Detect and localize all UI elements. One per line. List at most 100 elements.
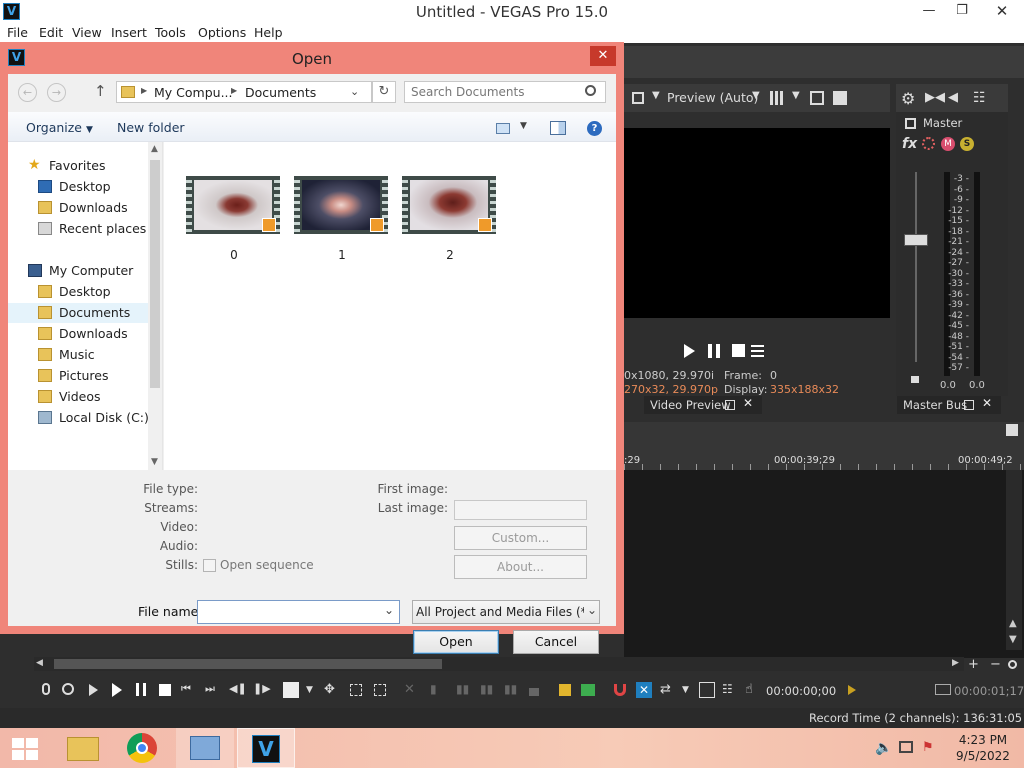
lock-icon[interactable] bbox=[526, 682, 542, 698]
dialog-close-button[interactable]: ✕ bbox=[590, 46, 616, 66]
go-to-start-icon[interactable]: ⏮ bbox=[181, 682, 197, 698]
chevron-down-icon[interactable]: ⌄ bbox=[384, 603, 394, 617]
vegas-taskbar-icon[interactable]: V bbox=[237, 728, 295, 768]
custom-button[interactable]: Custom... bbox=[454, 526, 587, 550]
file-item[interactable]: 2 bbox=[402, 162, 498, 262]
up-button[interactable]: ↑ bbox=[94, 82, 107, 100]
nav-my-computer[interactable]: My Computer bbox=[8, 261, 148, 281]
mute-icon[interactable]: M bbox=[941, 137, 955, 151]
timeline-hscroll[interactable]: ◀ ▶ bbox=[34, 657, 964, 671]
chevron-down-icon[interactable]: ▼ bbox=[752, 90, 760, 101]
master-fader-handle[interactable] bbox=[904, 234, 928, 246]
breadcrumb-my-computer[interactable]: My Compu... bbox=[154, 85, 233, 100]
nav-computer-downloads[interactable]: Downloads bbox=[8, 324, 148, 344]
zoom-in-icon[interactable]: + bbox=[968, 657, 979, 672]
file-item[interactable]: 0 bbox=[186, 162, 282, 262]
loop-region-marker-icon[interactable] bbox=[845, 682, 861, 698]
network-icon[interactable] bbox=[899, 741, 913, 753]
menu-edit[interactable]: Edit bbox=[39, 25, 63, 40]
previous-frame-icon[interactable]: ◀❚ bbox=[229, 682, 247, 698]
nav-local-disk[interactable]: Local Disk (C:) bbox=[8, 408, 149, 428]
region-icon[interactable] bbox=[580, 682, 596, 698]
about-button[interactable]: About... bbox=[454, 555, 587, 579]
windows-start-icon[interactable] bbox=[12, 738, 38, 760]
maximize-panel-icon[interactable] bbox=[964, 400, 974, 410]
stop-icon[interactable] bbox=[732, 344, 745, 357]
help-icon[interactable]: ? bbox=[587, 121, 602, 136]
split-icon[interactable]: ▮▮ bbox=[504, 682, 520, 698]
hscroll-thumb[interactable] bbox=[54, 659, 442, 669]
trim-icon[interactable]: ▮ bbox=[430, 682, 446, 698]
record-icon[interactable] bbox=[38, 682, 54, 698]
cancel-button[interactable]: Cancel bbox=[513, 630, 599, 654]
close-app-button[interactable]: ✕ bbox=[985, 0, 1019, 22]
close-panel-icon[interactable]: ✕ bbox=[982, 396, 992, 410]
back-button[interactable]: ← bbox=[18, 83, 37, 102]
play-icon[interactable] bbox=[684, 344, 695, 358]
copy-snapshot-icon[interactable] bbox=[810, 91, 824, 105]
chrome-taskbar-icon[interactable] bbox=[114, 728, 172, 768]
split-screen-icon[interactable] bbox=[632, 92, 644, 104]
next-frame-icon[interactable]: ❚▶ bbox=[253, 682, 271, 698]
organize-button[interactable]: Organize ▼ bbox=[26, 120, 93, 135]
normal-edit-tool-icon[interactable] bbox=[283, 682, 299, 698]
maximize-panel-icon[interactable] bbox=[725, 400, 735, 410]
chevron-down-icon[interactable]: ▼ bbox=[652, 90, 660, 101]
last-image-field[interactable] bbox=[454, 500, 587, 520]
nav-scroll-thumb[interactable] bbox=[150, 160, 160, 388]
auto-crossfade-icon[interactable]: ✕ bbox=[636, 682, 652, 698]
pause-icon[interactable] bbox=[133, 682, 149, 698]
file-name-input[interactable]: ⌄ bbox=[197, 600, 400, 624]
scroll-right-icon[interactable]: ▶ bbox=[952, 658, 959, 668]
chevron-down-icon[interactable]: ⌄ bbox=[587, 603, 597, 617]
zoom-out-icon[interactable]: − bbox=[990, 657, 1001, 672]
search-input[interactable]: Search Documents bbox=[404, 81, 606, 103]
lock-envelopes-icon[interactable] bbox=[699, 682, 715, 698]
chevron-down-icon[interactable]: ⌄ bbox=[350, 85, 359, 98]
downmix-icon[interactable]: ▶◀ bbox=[925, 90, 945, 105]
menu-options[interactable]: Options bbox=[198, 25, 246, 40]
menu-view[interactable]: View bbox=[72, 25, 102, 40]
stop-icon[interactable] bbox=[157, 682, 173, 698]
menu-tools[interactable]: Tools bbox=[155, 25, 186, 40]
delete-icon[interactable]: ✕ bbox=[404, 682, 420, 698]
timeline-tracks[interactable] bbox=[624, 470, 1024, 658]
nav-favorites[interactable]: ★ Favorites bbox=[8, 156, 148, 176]
dim-icon[interactable]: ◀ bbox=[948, 90, 958, 105]
minimize-button[interactable]: — bbox=[912, 0, 946, 22]
pause-icon[interactable] bbox=[708, 344, 720, 358]
open-button[interactable]: Open bbox=[413, 630, 499, 654]
ignore-grouping-icon[interactable]: ☷ bbox=[722, 682, 738, 698]
play-icon[interactable] bbox=[109, 682, 125, 698]
preview-mode-select[interactable]: Preview (Auto) bbox=[667, 90, 758, 105]
address-bar[interactable]: ▶ My Compu... ▶ Documents ⌄ bbox=[116, 81, 372, 103]
loop-icon[interactable] bbox=[61, 682, 77, 698]
nav-computer-videos[interactable]: Videos bbox=[8, 387, 148, 407]
selection-tool-icon[interactable] bbox=[348, 682, 364, 698]
nav-computer-pictures[interactable]: Pictures bbox=[8, 366, 148, 386]
touch-icon[interactable]: ☝ bbox=[745, 682, 761, 698]
ripple-edit-icon[interactable]: ⇄ bbox=[660, 682, 676, 698]
nav-computer-music[interactable]: Music bbox=[8, 345, 148, 365]
menu-icon[interactable] bbox=[751, 345, 764, 357]
nav-computer-desktop[interactable]: Desktop bbox=[8, 282, 148, 302]
play-from-start-icon[interactable] bbox=[85, 682, 101, 698]
fx-icon[interactable]: fx bbox=[902, 136, 917, 152]
menu-insert[interactable]: Insert bbox=[111, 25, 147, 40]
open-sequence-checkbox[interactable] bbox=[203, 559, 216, 572]
file-item[interactable]: 1 bbox=[294, 162, 390, 262]
close-panel-icon[interactable]: ✕ bbox=[743, 396, 753, 410]
chevron-down-icon[interactable]: ▼ bbox=[520, 121, 527, 131]
zoom-tool-icon[interactable] bbox=[1008, 660, 1017, 669]
search-icon[interactable] bbox=[585, 85, 596, 96]
scroll-up-icon[interactable]: ▲ bbox=[151, 144, 158, 154]
go-to-end-icon[interactable]: ⏭ bbox=[205, 682, 221, 698]
master-checkbox[interactable] bbox=[905, 118, 916, 129]
nav-recent-places[interactable]: Recent places bbox=[8, 219, 148, 239]
mixer-icon[interactable]: ☷ bbox=[973, 90, 986, 106]
timeline-vscroll[interactable]: ▲ ▼ bbox=[1006, 470, 1022, 650]
breadcrumb-separator[interactable]: ▶ bbox=[231, 86, 237, 95]
marker-icon[interactable] bbox=[557, 682, 573, 698]
nav-scrollbar[interactable]: ▲ ▼ bbox=[148, 142, 162, 470]
snapping-icon[interactable] bbox=[612, 682, 628, 698]
